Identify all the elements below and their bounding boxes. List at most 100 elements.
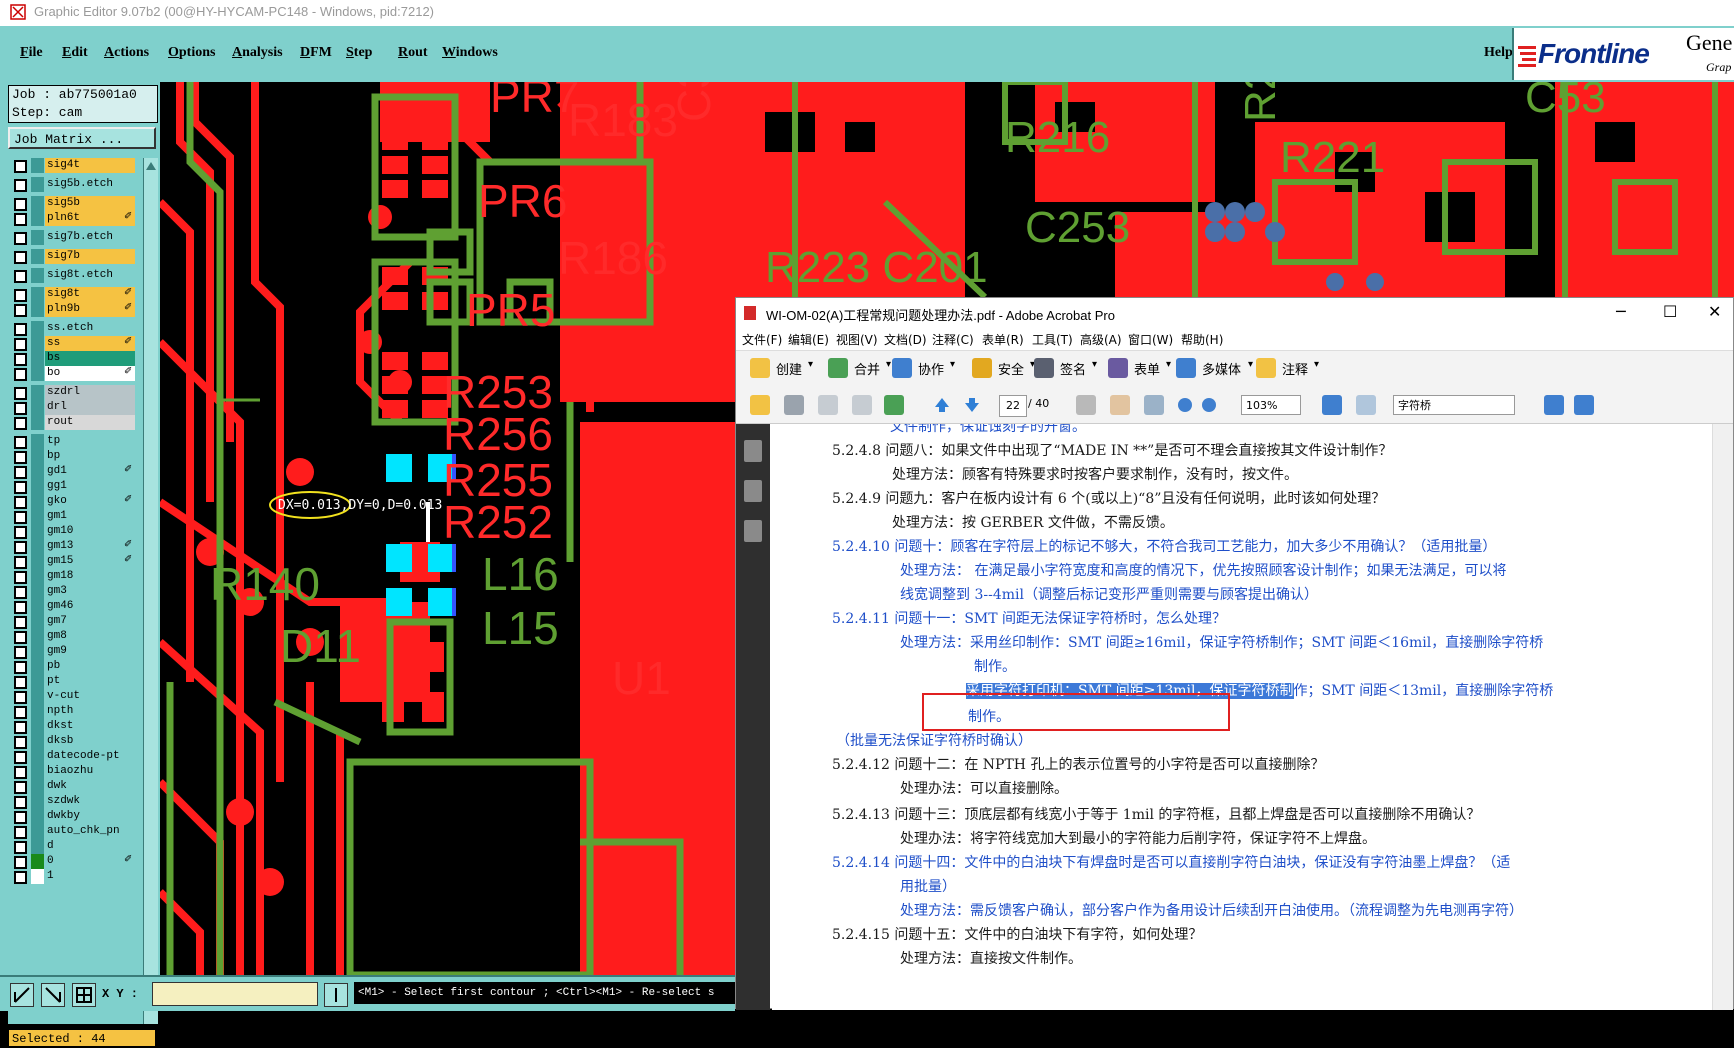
email-icon[interactable]	[852, 395, 872, 415]
layer-name[interactable]: pln9b	[45, 302, 135, 317]
toolbar-button[interactable]: 注释	[1282, 359, 1308, 378]
layer-row[interactable]: pt	[8, 674, 140, 689]
layer-row[interactable]: pb	[8, 659, 140, 674]
layer-name[interactable]: gm46	[45, 599, 135, 614]
layer-row[interactable]: gko ✐	[8, 494, 140, 509]
layer-name[interactable]: sig7b	[45, 249, 135, 264]
layer-checkbox[interactable]	[14, 353, 27, 366]
layer-checkbox[interactable]	[14, 541, 27, 554]
fit-page-icon[interactable]	[1322, 395, 1342, 415]
layer-row[interactable]: gm18	[8, 569, 140, 584]
layer-row[interactable]: szdrl	[8, 385, 140, 400]
layer-row[interactable]: drl	[8, 400, 140, 415]
layer-row[interactable]: sig7b.etch	[8, 230, 140, 245]
layer-name[interactable]: dwkby	[45, 809, 135, 824]
layer-row[interactable]: auto_chk_pn	[8, 824, 140, 839]
menu-step[interactable]: Step	[346, 45, 372, 61]
acrobat-menu-item[interactable]: 编辑(E)	[788, 331, 829, 348]
layer-name[interactable]: dksb	[45, 734, 135, 749]
document-page[interactable]: 文件制作，保证蚀刻字的开窗。 5.2.4.8 问题八：如果文件中出现了“MADE …	[772, 424, 1712, 1010]
layer-name[interactable]: datecode-pt	[45, 749, 135, 764]
layer-name[interactable]: bs	[45, 351, 135, 366]
layer-name[interactable]: gm13	[45, 539, 135, 554]
layer-name[interactable]: ss	[45, 336, 135, 351]
acrobat-menu-item[interactable]: 文件(F)	[742, 331, 782, 348]
menu-rout[interactable]: Rout	[398, 45, 428, 61]
layer-checkbox[interactable]	[14, 841, 27, 854]
layer-checkbox[interactable]	[14, 232, 27, 245]
layer-name[interactable]: 1	[45, 869, 135, 884]
layer-checkbox[interactable]	[14, 466, 27, 479]
layer-row[interactable]: dwk	[8, 779, 140, 794]
layer-name[interactable]: sig5b.etch	[45, 177, 135, 192]
layer-row[interactable]: gm15 ✐	[8, 554, 140, 569]
attachments-panel-icon[interactable]	[744, 480, 762, 502]
layer-row[interactable]: dksb	[8, 734, 140, 749]
layer-row[interactable]: gm46	[8, 599, 140, 614]
layer-row[interactable]: v-cut	[8, 689, 140, 704]
zoom-out-icon[interactable]	[1178, 398, 1192, 412]
toolbar-button[interactable]: 安全	[998, 359, 1024, 378]
toolbar-button[interactable]: 签名	[1060, 359, 1086, 378]
layer-checkbox[interactable]	[14, 511, 27, 524]
layer-name[interactable]: gm3	[45, 584, 135, 599]
layer-row[interactable]: dkst	[8, 719, 140, 734]
layer-row[interactable]: 0 ✐	[8, 854, 140, 869]
layer-checkbox[interactable]	[14, 304, 27, 317]
zoom-tool-icon[interactable]	[1144, 395, 1164, 415]
acrobat-menu-item[interactable]: 注释(C)	[932, 331, 974, 348]
layer-name[interactable]: sig8t.etch	[45, 268, 135, 283]
toolbar-0-icon[interactable]	[750, 358, 770, 378]
cursor-icon[interactable]	[324, 983, 348, 1007]
layer-checkbox[interactable]	[14, 213, 27, 226]
layer-row[interactable]: sig4t	[8, 158, 140, 173]
layer-name[interactable]: dkst	[45, 719, 135, 734]
layer-name[interactable]: auto_chk_pn	[45, 824, 135, 839]
toolbar-1-icon[interactable]	[828, 358, 848, 378]
layer-row[interactable]: sig8t.etch	[8, 268, 140, 283]
menu-analysis[interactable]: Analysis	[232, 45, 283, 61]
toolbar-7-icon[interactable]	[1256, 358, 1276, 378]
layer-name[interactable]: dwk	[45, 779, 135, 794]
layer-checkbox[interactable]	[14, 402, 27, 415]
layer-row[interactable]: pln6t ✐	[8, 211, 140, 226]
layer-row[interactable]: gg1	[8, 479, 140, 494]
layer-name[interactable]: pln6t	[45, 211, 135, 226]
layer-checkbox[interactable]	[14, 766, 27, 779]
layer-name[interactable]: szdwk	[45, 794, 135, 809]
acrobat-menu-item[interactable]: 表单(R)	[982, 331, 1024, 348]
layer-checkbox[interactable]	[14, 826, 27, 839]
layer-checkbox[interactable]	[14, 179, 27, 192]
measure-mode-icon[interactable]	[41, 983, 65, 1007]
menu-windows[interactable]: Windows	[442, 45, 498, 61]
layer-checkbox[interactable]	[14, 526, 27, 539]
layer-name[interactable]: d	[45, 839, 135, 854]
layer-row[interactable]: pln9b ✐	[8, 302, 140, 317]
layer-name[interactable]: gg1	[45, 479, 135, 494]
find-input[interactable]: 字符桥	[1393, 395, 1515, 415]
layer-checkbox[interactable]	[14, 387, 27, 400]
layer-row[interactable]: dwkby	[8, 809, 140, 824]
layer-row[interactable]: gm8	[8, 629, 140, 644]
layer-name[interactable]: ss.etch	[45, 321, 135, 336]
select-text-icon[interactable]	[1076, 395, 1096, 415]
layer-checkbox[interactable]	[14, 436, 27, 449]
layer-checkbox[interactable]	[14, 270, 27, 283]
menu-actions[interactable]: Actions	[104, 45, 149, 61]
acrobat-menu-item[interactable]: 工具(T)	[1032, 331, 1073, 348]
acrobat-menu-item[interactable]: 文档(D)	[884, 331, 927, 348]
acrobat-menu-item[interactable]: 帮助(H)	[1181, 331, 1223, 348]
layer-name[interactable]: gm10	[45, 524, 135, 539]
layer-checkbox[interactable]	[14, 368, 27, 381]
toolbar-button[interactable]: 表单	[1134, 359, 1160, 378]
layer-row[interactable]: sig5b.etch	[8, 177, 140, 192]
layer-checkbox[interactable]	[14, 481, 27, 494]
layer-name[interactable]: sig7b.etch	[45, 230, 135, 245]
layer-checkbox[interactable]	[14, 706, 27, 719]
toolbar-3-icon[interactable]	[972, 358, 992, 378]
layer-name[interactable]: sig4t	[45, 158, 135, 173]
chevron-down-icon[interactable]: ▾	[1092, 359, 1097, 370]
layer-checkbox[interactable]	[14, 571, 27, 584]
layer-row[interactable]: gm10	[8, 524, 140, 539]
layer-name[interactable]: tp	[45, 434, 135, 449]
